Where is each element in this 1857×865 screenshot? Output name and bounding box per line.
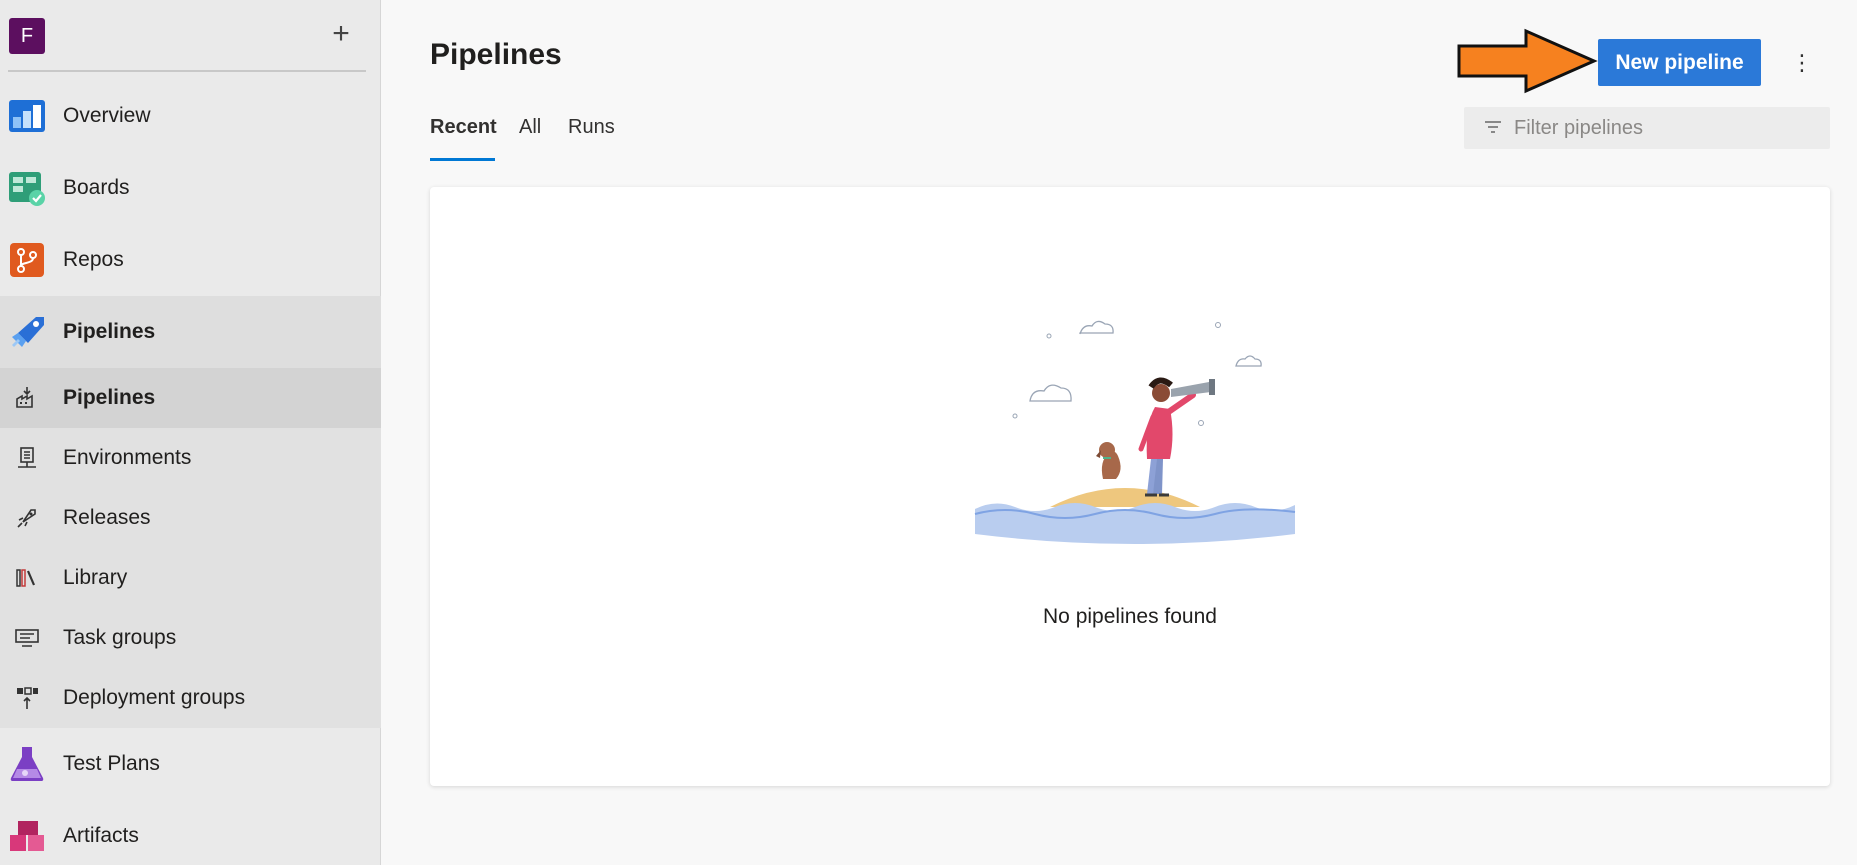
sidebar-item-label: Pipelines — [63, 320, 156, 343]
artifacts-icon — [10, 821, 44, 851]
overview-icon — [9, 100, 45, 132]
sidebar-subitem-task-groups[interactable]: Task groups — [0, 608, 381, 668]
annotation-arrow-icon — [1457, 28, 1598, 94]
org-avatar[interactable]: F — [9, 18, 45, 54]
sidebar-item-label: Artifacts — [63, 824, 139, 847]
active-tab-indicator — [430, 158, 495, 161]
sidebar-item-artifacts[interactable]: Artifacts — [0, 800, 381, 865]
sidebar-item-label: Releases — [63, 506, 151, 529]
filter-pipelines-input[interactable] — [1514, 107, 1814, 149]
boards-icon — [9, 172, 45, 206]
sidebar-item-overview[interactable]: Overview — [0, 80, 381, 152]
sidebar-item-boards[interactable]: Boards — [0, 152, 381, 224]
sidebar-item-pipelines[interactable]: Pipelines — [0, 296, 381, 368]
island-telescope-illustration-icon — [974, 320, 1296, 544]
sidebar-subitem-releases[interactable]: Releases — [0, 488, 381, 548]
tab-recent[interactable]: Recent — [430, 116, 497, 162]
deployment-groups-icon — [17, 687, 38, 709]
sidebar-item-label: Repos — [63, 248, 124, 271]
sidebar-item-label: Overview — [63, 104, 151, 127]
environments-icon — [18, 447, 36, 468]
tab-runs[interactable]: Runs — [568, 116, 615, 162]
new-pipeline-button[interactable]: New pipeline — [1598, 39, 1761, 86]
filter-box — [1464, 107, 1830, 149]
test-plans-icon — [10, 747, 44, 781]
sidebar-subitem-deployment-groups[interactable]: Deployment groups — [0, 668, 381, 728]
releases-icon — [17, 509, 36, 528]
library-icon — [16, 569, 36, 587]
new-project-button[interactable]: + — [326, 16, 356, 52]
sidebar-item-label: Test Plans — [63, 752, 160, 775]
empty-state-message: No pipelines found — [1043, 605, 1217, 628]
empty-state-card: No pipelines found — [430, 187, 1830, 786]
sidebar: F + Overview Boards Repos Pipelines Pipe… — [0, 0, 381, 865]
sidebar-subitem-environments[interactable]: Environments — [0, 428, 381, 488]
org-header: F + — [8, 14, 366, 72]
task-groups-icon — [15, 629, 39, 647]
pipelines-icon — [12, 317, 44, 347]
pipelines-sub-icon — [16, 387, 33, 408]
sidebar-item-label: Pipelines — [63, 386, 156, 409]
sidebar-item-repos[interactable]: Repos — [0, 224, 381, 296]
sidebar-item-label: Deployment groups — [63, 686, 246, 709]
sidebar-item-label: Boards — [63, 176, 130, 199]
sidebar-item-label: Library — [63, 566, 128, 589]
sidebar-item-test-plans[interactable]: Test Plans — [0, 728, 381, 800]
more-actions-button[interactable]: ⋮ — [1790, 44, 1814, 82]
page-title: Pipelines — [430, 38, 562, 71]
sidebar-subitem-pipelines[interactable]: Pipelines — [0, 368, 381, 428]
repos-icon — [10, 243, 44, 277]
sidebar-item-label: Environments — [63, 446, 192, 469]
sidebar-subitem-library[interactable]: Library — [0, 548, 381, 608]
sidebar-item-label: Task groups — [63, 626, 177, 649]
tab-all[interactable]: All — [519, 116, 541, 162]
filter-icon — [1485, 121, 1501, 133]
